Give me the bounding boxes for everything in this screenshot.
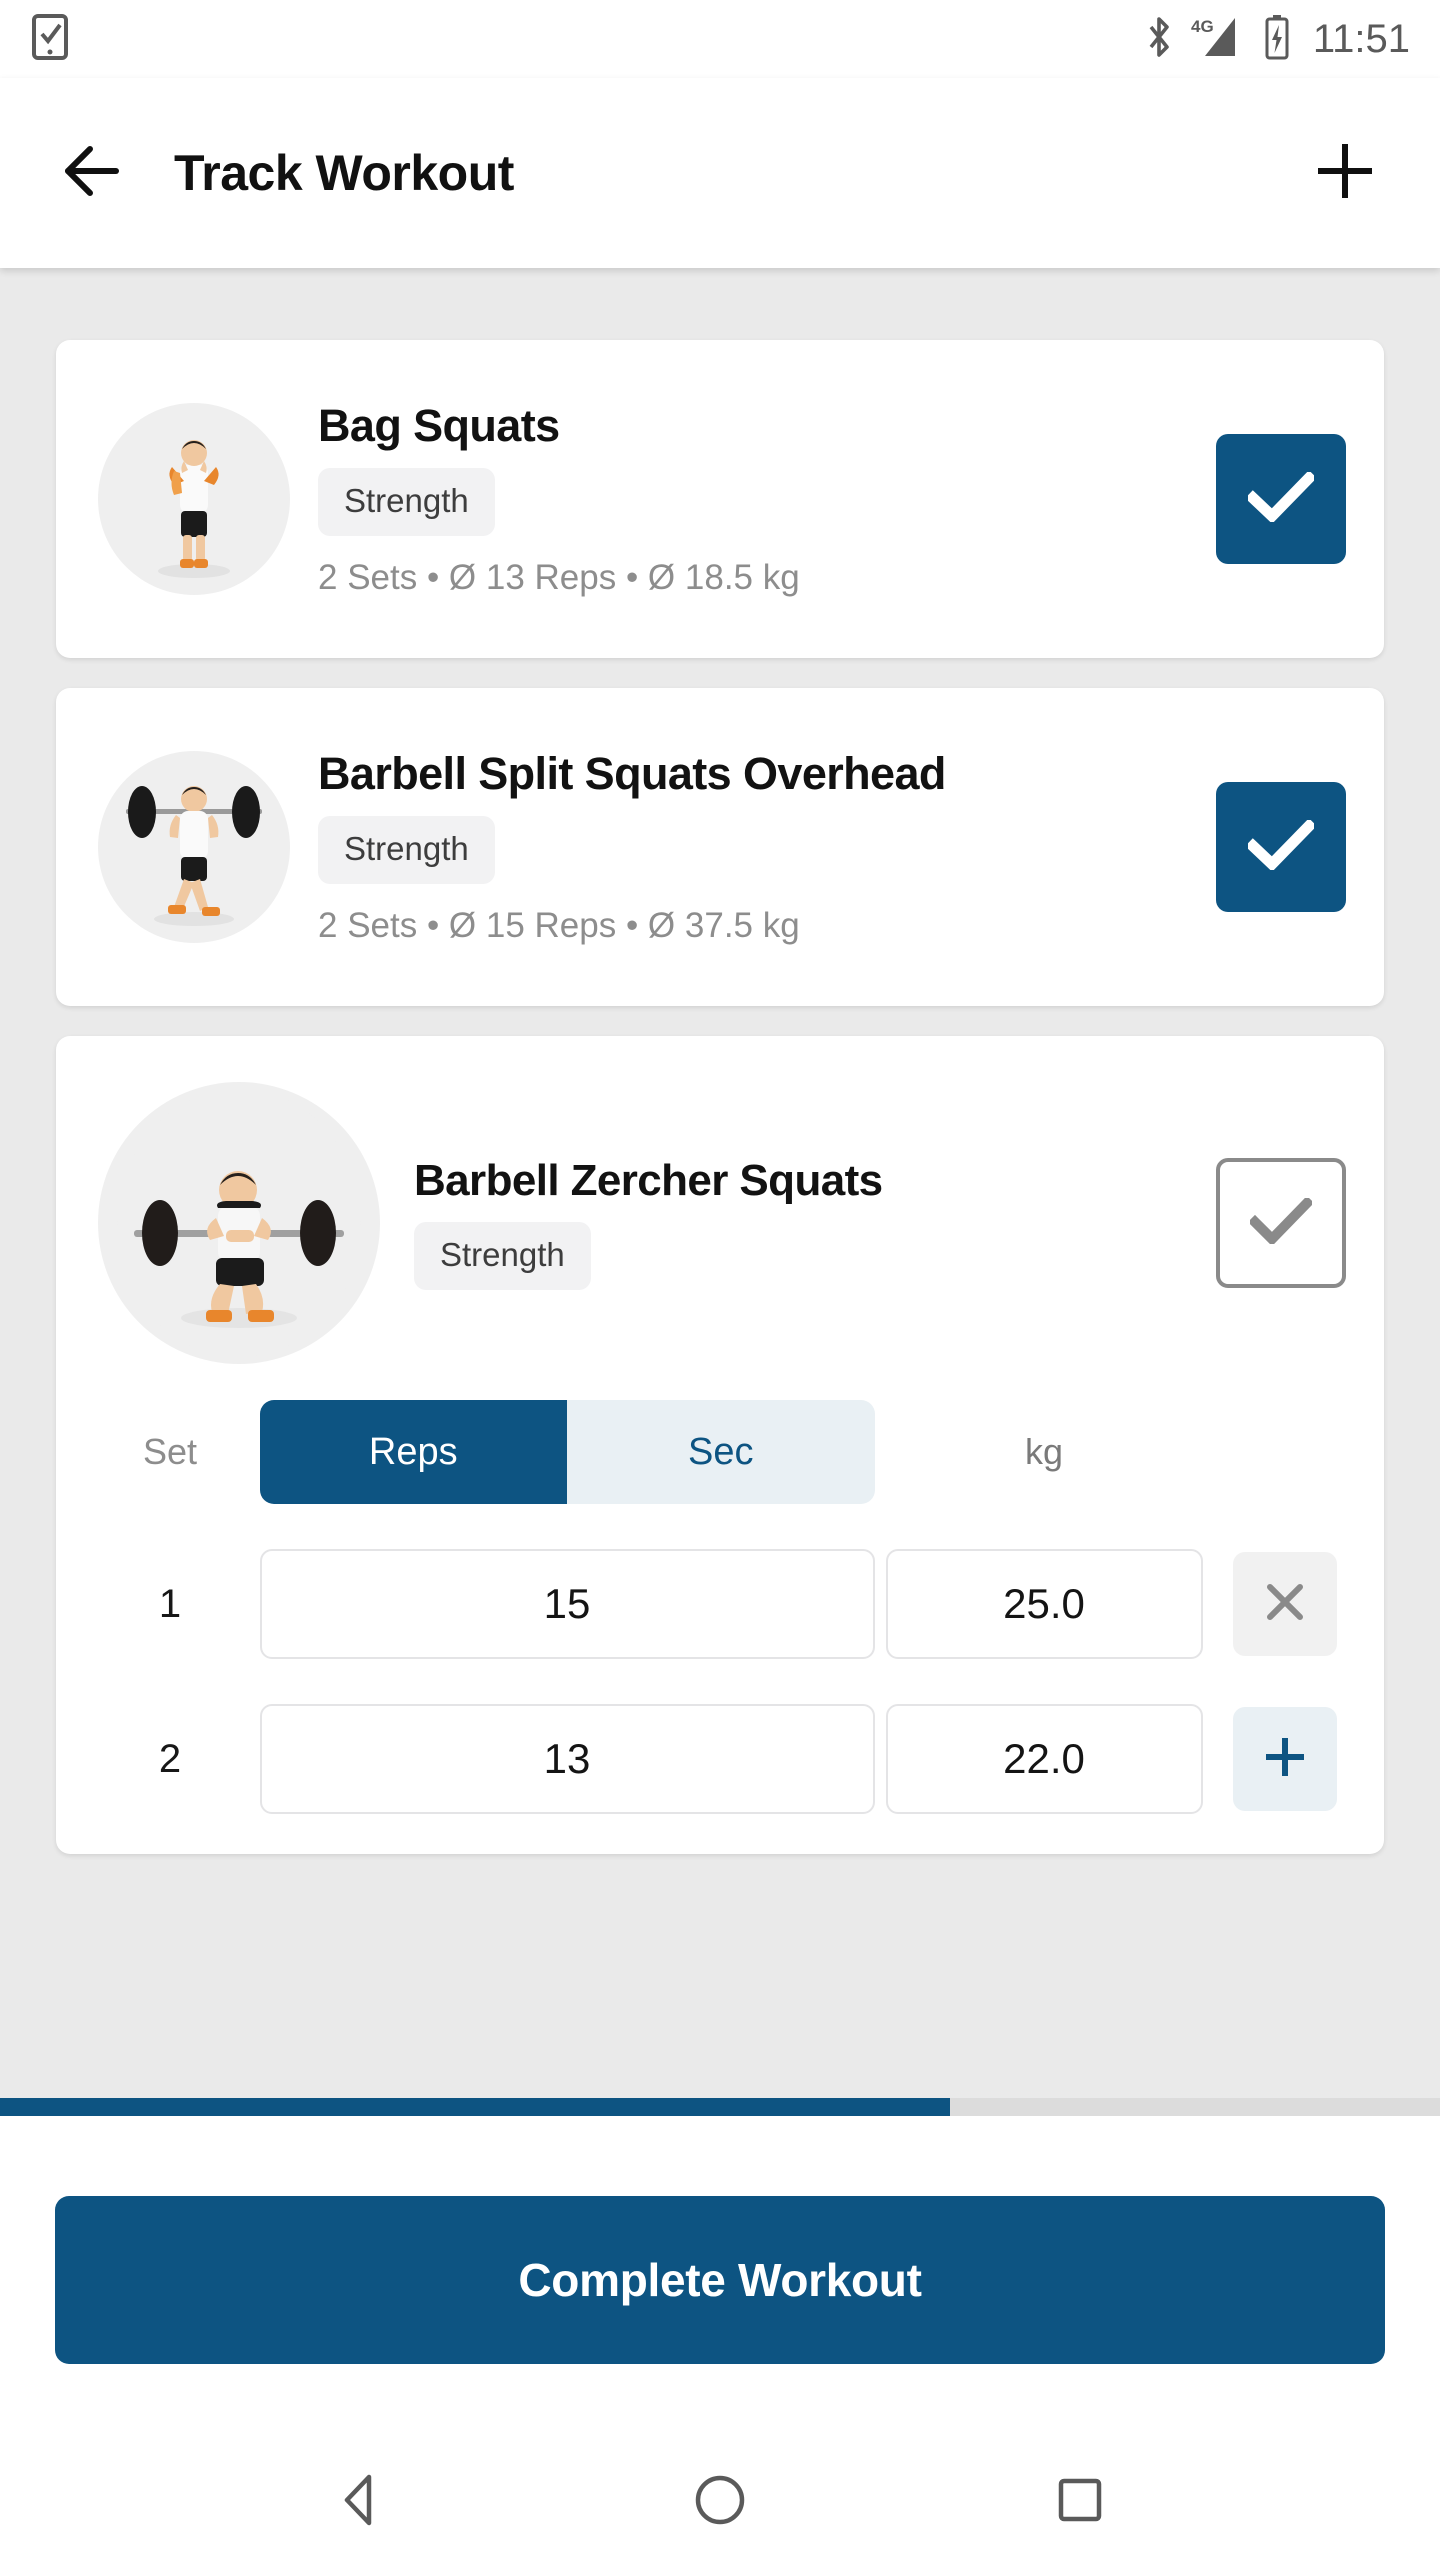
exercise-info: Barbell Zercher Squats Strength (414, 1156, 1198, 1290)
exercise-name: Barbell Zercher Squats (414, 1156, 883, 1205)
exercise-list[interactable]: Bag Squats Strength 2 Sets • Ø 13 Reps •… (0, 268, 1440, 2095)
status-bar-left (30, 13, 70, 65)
exercise-category-chip: Strength (414, 1222, 591, 1290)
plus-icon (1317, 143, 1373, 204)
exercise-name: Bag Squats (318, 400, 560, 451)
nav-home-icon (692, 2472, 748, 2533)
svg-text:4G: 4G (1191, 17, 1214, 36)
weight-input[interactable]: 22.0 (885, 1704, 1203, 1814)
nav-recents-icon (1054, 2474, 1106, 2531)
phone-screen: 4G 11:51 Track Workout Bag Squats Streng… (0, 0, 1440, 2560)
plus-icon (1263, 1735, 1307, 1784)
action-cell (1220, 1707, 1350, 1811)
phone-check-icon (30, 13, 70, 65)
exercise-complete-checkbox[interactable] (1216, 434, 1346, 564)
workout-progress-fill (0, 2098, 951, 2116)
check-icon (1245, 469, 1317, 527)
remove-set-button[interactable] (1233, 1552, 1337, 1656)
add-exercise-button[interactable] (1302, 130, 1388, 216)
bluetooth-icon (1145, 15, 1173, 64)
exercise-info: Barbell Split Squats Overhead Strength 2… (318, 748, 1198, 946)
status-clock: 11:51 (1312, 17, 1410, 61)
exercise-card-expanded[interactable]: Barbell Zercher Squats Strength Set Reps… (56, 1036, 1384, 1854)
set-row: 2 13 22.0 (90, 1704, 1350, 1814)
exercise-thumbnail (98, 403, 290, 595)
exercise-complete-checkbox[interactable] (1216, 782, 1346, 912)
reps-input[interactable]: 15 (259, 1549, 875, 1659)
back-button[interactable] (52, 130, 138, 216)
android-nav-bar (0, 2444, 1440, 2560)
set-number: 1 (158, 1581, 182, 1626)
weight-input[interactable]: 25.0 (885, 1549, 1203, 1659)
nav-home-button[interactable] (665, 2447, 775, 2557)
reps-cell: 15 (250, 1549, 884, 1659)
exercise-header: Barbell Zercher Squats Strength (56, 1036, 1384, 1366)
workout-progress-bar (0, 2098, 1440, 2116)
exercise-thumbnail (98, 1082, 380, 1364)
exercise-category-chip: Strength (318, 816, 495, 884)
toggle-option-sec[interactable]: Sec (567, 1400, 875, 1504)
close-icon (1263, 1580, 1307, 1629)
unit-toggle: Reps Sec (250, 1400, 884, 1504)
set-row: 1 15 25.0 (90, 1549, 1350, 1659)
column-header-set: Set (142, 1431, 198, 1472)
exercise-summary: 2 Sets • Ø 13 Reps • Ø 18.5 kg (318, 558, 800, 597)
add-set-button[interactable] (1233, 1707, 1337, 1811)
exercise-card[interactable]: Bag Squats Strength 2 Sets • Ø 13 Reps •… (56, 340, 1384, 658)
check-icon (1245, 817, 1317, 875)
set-number: 2 (158, 1736, 182, 1781)
sets-table: Set Reps Sec kg 1 15 25.0 2 13 22.0 (56, 1400, 1384, 1814)
nav-recents-button[interactable] (1025, 2447, 1135, 2557)
status-bar: 4G 11:51 (0, 0, 1440, 78)
check-icon (1247, 1195, 1315, 1249)
reps-cell: 13 (250, 1704, 884, 1814)
weight-cell: 22.0 (884, 1704, 1204, 1814)
status-bar-right: 4G 11:51 (1145, 14, 1410, 65)
reps-sec-toggle[interactable]: Reps Sec (259, 1400, 875, 1504)
page-title: Track Workout (174, 145, 514, 201)
battery-charging-icon (1263, 14, 1291, 65)
app-bar: Track Workout (0, 78, 1440, 268)
exercise-thumbnail (98, 751, 290, 943)
exercise-summary: 2 Sets • Ø 15 Reps • Ø 37.5 kg (318, 906, 800, 945)
reps-input[interactable]: 13 (259, 1704, 875, 1814)
complete-workout-button[interactable]: Complete Workout (55, 2196, 1385, 2364)
exercise-category-chip: Strength (318, 468, 495, 536)
nav-back-button[interactable] (305, 2447, 415, 2557)
exercise-info: Bag Squats Strength 2 Sets • Ø 13 Reps •… (318, 400, 1198, 598)
exercise-card[interactable]: Barbell Split Squats Overhead Strength 2… (56, 688, 1384, 1006)
action-cell (1220, 1552, 1350, 1656)
arrow-left-icon (64, 145, 126, 202)
nav-back-icon (335, 2472, 385, 2533)
column-header-weight: kg (1024, 1431, 1064, 1472)
toggle-option-reps[interactable]: Reps (259, 1400, 567, 1504)
exercise-name: Barbell Split Squats Overhead (318, 748, 946, 799)
sets-table-header: Set Reps Sec kg (90, 1400, 1350, 1504)
weight-cell: 25.0 (884, 1549, 1204, 1659)
signal-4g-icon: 4G (1189, 14, 1247, 65)
bottom-action-bar: Complete Workout (0, 2116, 1440, 2444)
exercise-complete-checkbox[interactable] (1216, 1158, 1346, 1288)
